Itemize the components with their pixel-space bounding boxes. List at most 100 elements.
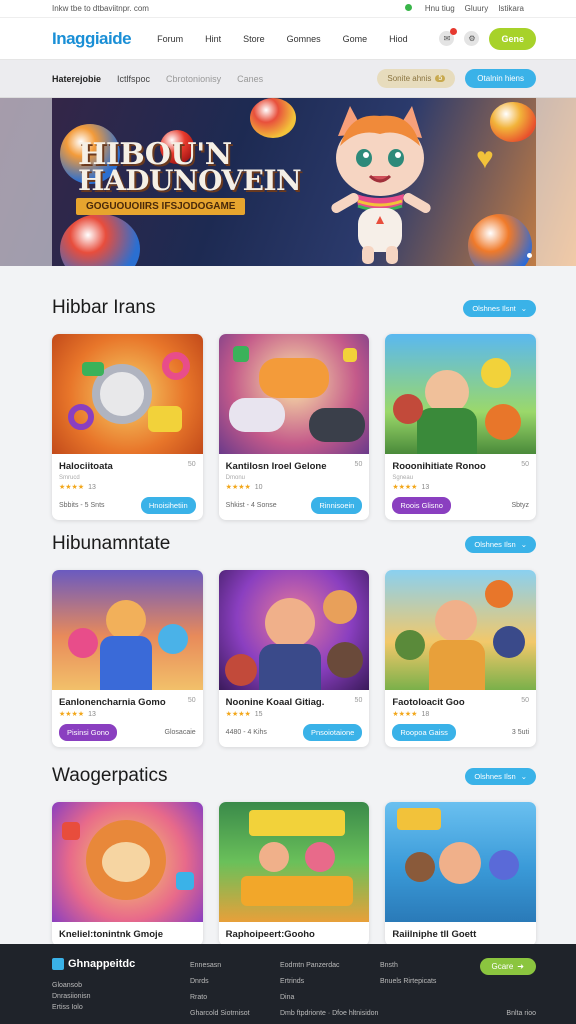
star-rating-icon: ★★★★ 13 bbox=[59, 711, 96, 718]
candy-ball-decoration bbox=[490, 102, 536, 142]
top-link-3[interactable]: Istikara bbox=[498, 4, 524, 13]
top-bar-links: Hnu tiug Gluury Istikara bbox=[404, 4, 524, 13]
game-section-1: Hibbar Irans Olshnes Ilsnt ⌄ Halociitoata… bbox=[52, 296, 537, 520]
footer-column-2: Eodmtn Panzerdac Ertrinds Dina Dmb ftpdr… bbox=[280, 958, 380, 1024]
blue-action-button[interactable]: Otalnin hiens bbox=[465, 69, 536, 88]
game-card[interactable]: Rooonihitiate Ronoo 50 Sgneau ★★★★ 13 Rooi… bbox=[385, 334, 537, 520]
hero-left-fade bbox=[0, 98, 52, 266]
card-title: Kneliel:tonintnk Gmoje bbox=[59, 929, 163, 940]
card-action-button[interactable]: Roopoa Gaiss bbox=[392, 724, 456, 741]
card-meta: Glosacaie bbox=[164, 729, 196, 736]
card-title: Raphoipeert:Gooho bbox=[225, 929, 315, 940]
card-action-button[interactable]: Pnsoiotaione bbox=[302, 724, 363, 741]
card-meta: Sbbits - 5 Snts bbox=[59, 502, 105, 509]
logo-text: Inaggiaide bbox=[52, 28, 132, 48]
main-header: Inaggiaide Forum Hint Store Gomnes Gome … bbox=[0, 18, 576, 60]
footer-brand-links: Gloansob Dnrasiionisn Ertiss Iolo bbox=[52, 980, 190, 1013]
game-card[interactable]: Noonine Koaal Gitiag. 50 ★★★★ 15 4480 - 4 … bbox=[218, 570, 370, 747]
see-more-button[interactable]: Olshnes Ilsnt ⌄ bbox=[463, 299, 536, 317]
hero-title: HIBOU'N HADUNOVEIN bbox=[78, 140, 302, 195]
star-rating-icon: ★★★★ 13 bbox=[59, 484, 96, 491]
footer-link[interactable]: Gharcold Siotrnisot bbox=[190, 1006, 280, 1022]
footer-link[interactable]: Eodmtn Panzerdac bbox=[280, 958, 380, 974]
nav-item-store[interactable]: Store bbox=[243, 34, 265, 44]
footer-link[interactable]: Ertrinds bbox=[280, 974, 380, 990]
footer-link[interactable]: Ertiss Iolo bbox=[52, 1002, 190, 1013]
game-card[interactable]: Kneliel:tonintnk Gmoje bbox=[52, 802, 203, 946]
card-count: 50 bbox=[521, 697, 530, 704]
nav-item-forum[interactable]: Forum bbox=[157, 34, 183, 44]
tab-haterejobie[interactable]: Haterejobie bbox=[52, 74, 101, 84]
tab-canes[interactable]: Canes bbox=[237, 74, 263, 84]
see-more-button[interactable]: Olshnes Ilsn ⌄ bbox=[465, 535, 536, 553]
site-logo[interactable]: Inaggiaide bbox=[52, 28, 132, 49]
card-action-button[interactable]: Hnoisihetiin bbox=[140, 497, 196, 514]
footer-logo[interactable]: Ghnappeitdc bbox=[52, 958, 190, 970]
notification-icon[interactable]: ✉ bbox=[439, 28, 458, 46]
footer-column-3: Bnsth Bnuels Rirtepicats bbox=[380, 958, 460, 1024]
game-card[interactable]: Kantilosn Iroel Gelone 50 Dmonu ★★★★ 10 Sh… bbox=[218, 334, 370, 520]
nav-item-gomnes[interactable]: Gomnes bbox=[287, 34, 321, 44]
main-nav: Forum Hint Store Gomnes Gome Hiod bbox=[157, 34, 408, 44]
footer-link[interactable]: Dina bbox=[280, 990, 380, 1006]
header-cta-button[interactable]: Gene bbox=[489, 27, 536, 50]
footer-link[interactable]: Bnlta rioo bbox=[506, 1006, 536, 1022]
see-more-button[interactable]: Olshnes Ilsn ⌄ bbox=[465, 767, 536, 785]
review-count: 13 bbox=[88, 484, 96, 491]
footer-cta-button[interactable]: Gcare ➜ bbox=[479, 958, 536, 975]
card-title: Kantilosn Iroel Gelone bbox=[225, 461, 327, 472]
footer-link[interactable]: Dmb ftpdrionte · Dfoe hltnisidon bbox=[280, 1006, 380, 1022]
footer-column-1: Ennesasn Dnrds Rrato Gharcold Siotrnisot bbox=[190, 958, 280, 1024]
footer-link[interactable]: Rrato bbox=[190, 990, 280, 1006]
card-action-button[interactable]: Pisinsi Gono bbox=[59, 724, 118, 741]
tab-ictlfspoc[interactable]: Ictlfspoc bbox=[117, 74, 150, 84]
game-card[interactable]: Eanlonencharnia Gomo 50 ★★★★ 13 Pisinsi Go… bbox=[52, 570, 203, 747]
review-count: 13 bbox=[421, 484, 430, 491]
footer-link[interactable]: Dnrasiionisn bbox=[52, 991, 190, 1002]
game-thumbnail bbox=[218, 570, 370, 690]
card-action-button[interactable]: Rinnisoein bbox=[311, 497, 363, 514]
footer-link[interactable]: Bnuels Rirtepicats bbox=[380, 974, 460, 990]
tab-cbrotonionisy[interactable]: Cbrotonionisy bbox=[166, 74, 221, 84]
nav-item-hiod[interactable]: Hiod bbox=[389, 34, 408, 44]
footer-actions: Gcare ➜ Bnlta rioo bbox=[479, 958, 536, 1022]
card-meta: Shkist - 4 Sonse bbox=[225, 502, 277, 509]
card-action-button[interactable]: Roois Glisno bbox=[392, 497, 451, 514]
review-count: 10 bbox=[254, 484, 263, 491]
card-row: Eanlonencharnia Gomo 50 ★★★★ 13 Pisinsi Go… bbox=[52, 570, 537, 747]
footer-link[interactable]: Dnrds bbox=[190, 974, 280, 990]
footer-link[interactable]: Bnsth bbox=[380, 958, 460, 974]
hero-banner[interactable]: HIBOU'N HADUNOVEIN GOGUOUOIIRS IFSJODOGA… bbox=[0, 98, 576, 266]
footer-link[interactable]: Gloansob bbox=[52, 980, 190, 991]
logo-mark-icon bbox=[52, 958, 64, 970]
cat-mascot-illustration bbox=[331, 106, 431, 264]
card-subtitle: Dmonu bbox=[225, 475, 246, 481]
see-more-label: Olshnes Ilsn bbox=[474, 771, 516, 781]
card-meta: 3 5uti bbox=[511, 729, 530, 736]
footer-link[interactable]: Ennesasn bbox=[190, 958, 280, 974]
game-thumbnail bbox=[385, 570, 537, 690]
game-thumbnail bbox=[385, 802, 537, 922]
card-subtitle: Sgneau bbox=[392, 475, 414, 481]
tan-action-button[interactable]: Sonite ahnis 5 bbox=[377, 69, 456, 88]
card-title: Faotoloacit Goo bbox=[392, 697, 465, 708]
top-bar-text: Inkw tbe to dtbaviitnpr. com bbox=[52, 4, 149, 13]
tan-count-badge: 5 bbox=[435, 75, 446, 82]
top-link-1[interactable]: Hnu tiug bbox=[425, 4, 455, 13]
game-card[interactable]: Raphoipeert:Gooho bbox=[218, 802, 370, 946]
tan-button-label: Sonite ahnis bbox=[387, 74, 432, 83]
card-row: Kneliel:tonintnk Gmoje Raphoipeert:Gooho bbox=[52, 802, 537, 946]
settings-icon[interactable]: ⚙ bbox=[464, 31, 480, 46]
carousel-indicator[interactable] bbox=[527, 253, 532, 258]
game-card[interactable]: Halociitoata 50 Smrucd ★★★★ 13 Sbbits - 5 … bbox=[52, 334, 203, 520]
game-card[interactable]: Raiilniphe tll Goett bbox=[385, 802, 537, 946]
candy-ball-decoration bbox=[250, 98, 296, 138]
card-meta: Sbtyz bbox=[511, 502, 530, 509]
review-count: 18 bbox=[421, 711, 430, 718]
game-card[interactable]: Faotoloacit Goo 50 ★★★★ 18 Roopoa Gaiss 3 … bbox=[385, 570, 537, 747]
top-link-2[interactable]: Gluury bbox=[465, 4, 489, 13]
section-title: Waogerpatics bbox=[52, 765, 168, 786]
nav-item-gome[interactable]: Gome bbox=[343, 34, 368, 44]
hero-subtitle-banner: GOGUOUOIIRS IFSJODOGAME bbox=[76, 198, 246, 215]
nav-item-hint[interactable]: Hint bbox=[205, 34, 221, 44]
